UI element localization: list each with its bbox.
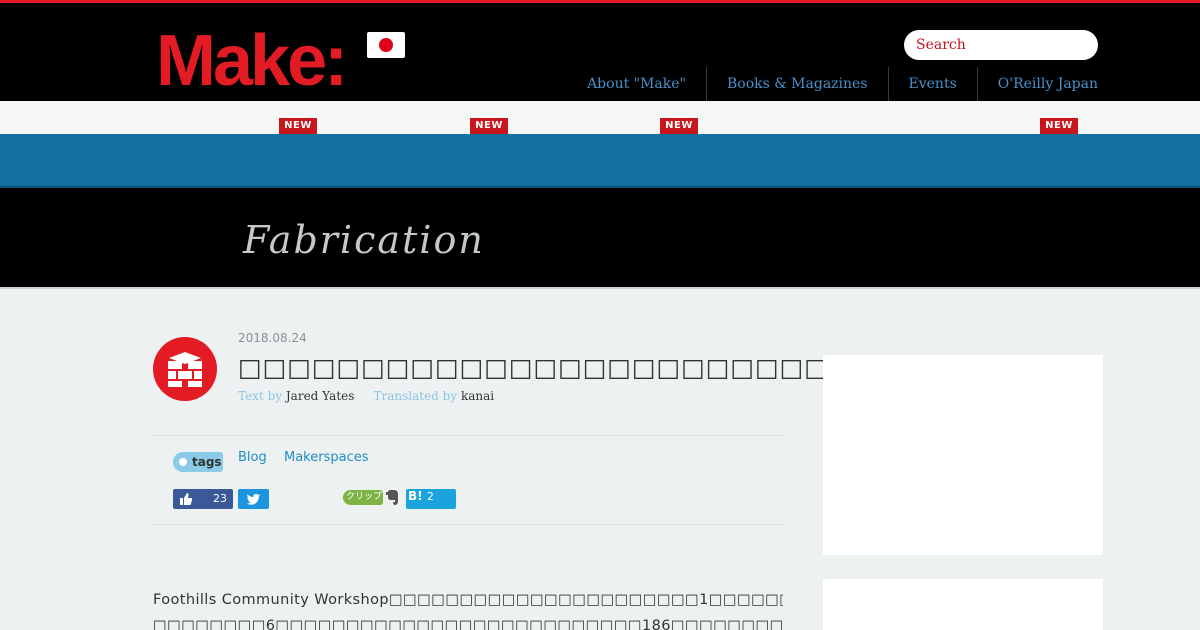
thumbs-up-icon: [180, 493, 192, 505]
category-banner: Fabrication: [0, 188, 1200, 289]
sub-nav: [0, 101, 1200, 134]
hatena-bookmark-button[interactable]: B! 2: [406, 489, 456, 509]
article-body: Foothills Community Workshop□□□□□□□□□□□□…: [153, 587, 783, 630]
top-nav: About "Make" Books & Magazines Events O'…: [567, 67, 1098, 104]
sidebar-ad-slot[interactable]: [823, 355, 1103, 555]
category-menu-bar[interactable]: [0, 134, 1200, 188]
divider: [153, 524, 783, 525]
hatena-label: B!: [408, 489, 423, 503]
nav-books-magazines[interactable]: Books & Magazines: [706, 67, 888, 104]
category-title: Fabrication: [243, 218, 485, 262]
clip-button[interactable]: クリップ: [343, 490, 383, 505]
article-date: 2018.08.24: [238, 331, 307, 345]
tag-link[interactable]: Blog: [238, 450, 267, 465]
facebook-like-button[interactable]: 23: [173, 489, 233, 509]
new-badge: NEW: [470, 118, 508, 134]
new-badge: NEW: [660, 118, 698, 134]
body-paragraph: Foothills Community Workshop□□□□□□□□□□□□…: [153, 592, 783, 608]
article-title: □□□□□□□□□□□□□□□□□□□□□□□□□: [238, 353, 854, 382]
sidebar-ad-slot[interactable]: [823, 579, 1103, 630]
nav-oreilly-japan[interactable]: O'Reilly Japan: [976, 67, 1098, 104]
like-count: 23: [213, 492, 227, 505]
new-badge: NEW: [1040, 118, 1078, 134]
nav-about-make[interactable]: About "Make": [567, 67, 706, 104]
site-header: Make: About "Make" Books & Magazines Eve…: [0, 0, 1200, 104]
svg-text:Make:: Make:: [156, 25, 345, 91]
tags-label: tags: [173, 452, 223, 472]
twitter-bird-icon: [247, 493, 261, 505]
nav-events[interactable]: Events: [887, 67, 977, 104]
divider: [153, 435, 783, 436]
text-by-label: Text by: [238, 389, 283, 403]
hatena-count: 2: [426, 490, 434, 503]
translator-name[interactable]: kanai: [461, 389, 494, 403]
fabrication-blocks-icon[interactable]: [153, 337, 217, 401]
make-logo[interactable]: Make:: [156, 25, 352, 91]
translated-by-label: Translated by: [373, 389, 458, 403]
twitter-share-button[interactable]: [238, 489, 269, 509]
search-input[interactable]: [904, 30, 1098, 60]
article-byline: Text by Jared Yates Translated by kanai: [238, 389, 494, 403]
new-badge: NEW: [279, 118, 317, 134]
evernote-icon[interactable]: [385, 489, 401, 506]
tag-link[interactable]: Makerspaces: [284, 450, 369, 465]
japan-flag-icon[interactable]: [367, 32, 405, 58]
body-paragraph: □□□□□□□□6□□□□□□□□□□□□□□□□□□□□□□□□□□186□□…: [153, 618, 783, 630]
author-name[interactable]: Jared Yates: [286, 389, 355, 403]
